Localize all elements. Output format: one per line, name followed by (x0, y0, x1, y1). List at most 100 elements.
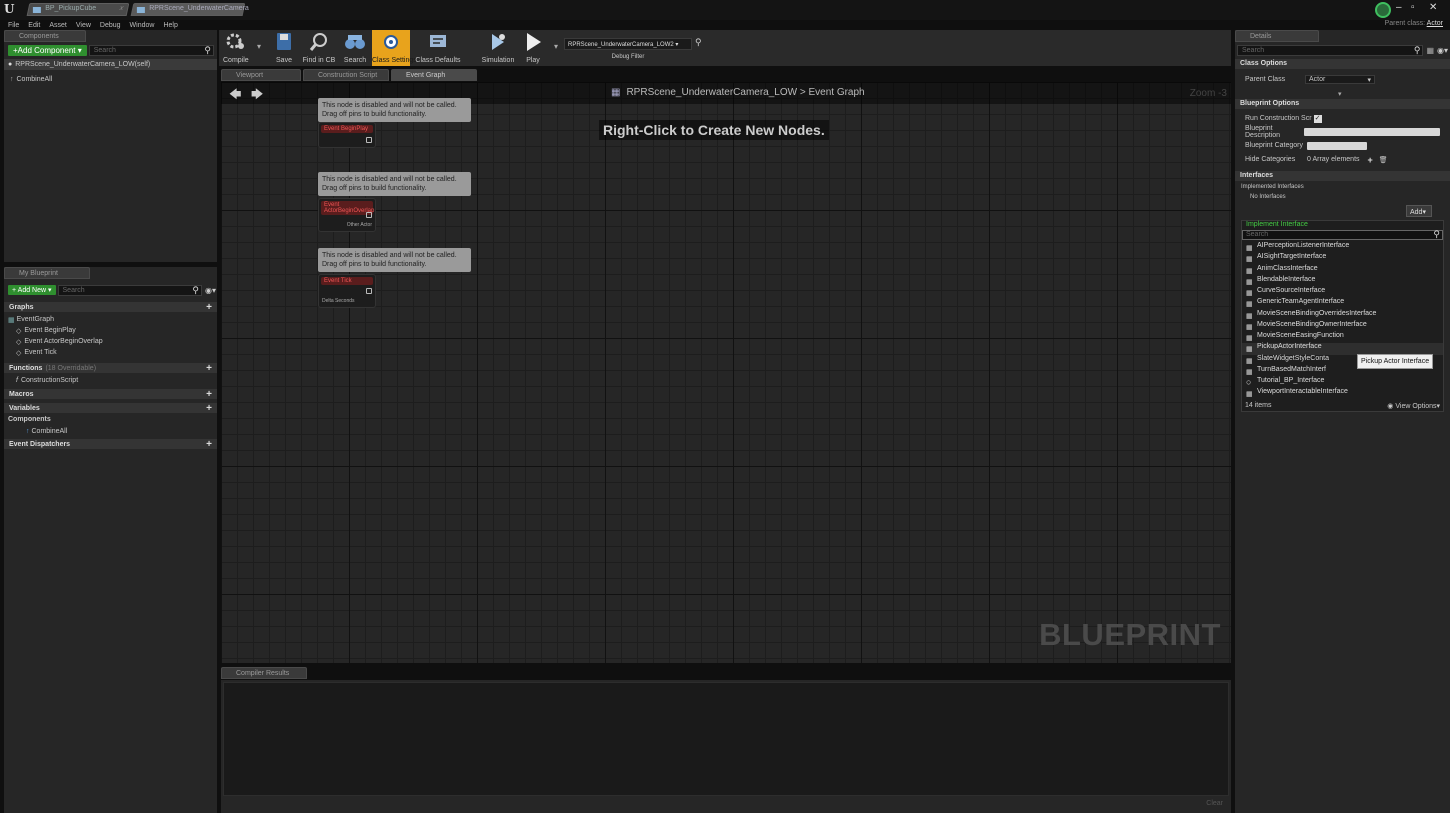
back-arrow-icon[interactable]: 🡄 (229, 85, 241, 106)
debug-object-dropdown[interactable]: RPRScene_UnderwaterCamera_LOW2 ▾ (564, 38, 692, 50)
interface-item[interactable]: ▦ MovieSceneEasingFunction (1242, 332, 1443, 343)
event-item-actorbeginoverlap[interactable]: ◇ Event ActorBeginOverlap (8, 336, 111, 347)
functions-section-header[interactable]: Functions (18 Overridable) + (4, 363, 217, 374)
parent-class-dropdown[interactable]: Actor ▾ (1305, 75, 1375, 84)
class-defaults-button[interactable]: Class Defaults (414, 30, 462, 66)
compile-options-icon[interactable]: ▾ (257, 42, 261, 51)
tab-compiler-results[interactable]: Compiler Results (221, 667, 307, 679)
tab-components[interactable]: Components (4, 30, 86, 42)
save-button[interactable]: Save (271, 30, 297, 66)
add-new-button[interactable]: + Add New ▾ (8, 285, 56, 295)
exec-pin-icon[interactable] (366, 137, 372, 143)
run-construction-checkbox[interactable]: ✓ (1313, 114, 1322, 123)
event-item-tick[interactable]: ◇ Event Tick (8, 347, 65, 358)
forward-arrow-icon[interactable]: 🡆 (251, 85, 263, 106)
interface-item[interactable]: ▦ MovieSceneBindingOwnerInterface (1242, 321, 1443, 332)
event-node-beginplay[interactable]: Event BeginPlay (318, 122, 376, 148)
simulation-button[interactable]: Simulation (478, 30, 518, 66)
blueprint-description-input[interactable] (1304, 127, 1440, 136)
interface-item-hovered[interactable]: ▦ PickupActorInterface (1242, 343, 1443, 355)
close-window-icon[interactable]: ✕ (1429, 2, 1437, 13)
menu-view[interactable]: View (76, 22, 91, 29)
add-interface-button[interactable]: Add▾ (1406, 205, 1432, 217)
blueprint-category-input[interactable] (1307, 141, 1367, 150)
interface-item[interactable]: ○ Tutorial_BP_Interface (1242, 377, 1443, 388)
components-search-input[interactable]: Search ⚲ (88, 45, 214, 56)
play-button[interactable]: Play (520, 30, 546, 66)
tab-details[interactable]: Details (1235, 30, 1319, 42)
interface-item[interactable]: ▦ AnimClassInterface (1242, 265, 1443, 276)
event-item-beginplay[interactable]: ◇ Event BeginPlay (8, 325, 84, 336)
add-variable-icon[interactable]: + (206, 403, 212, 414)
event-node-actorbeginoverlap[interactable]: Event ActorBeginOverlap Other Actor (318, 198, 376, 232)
event-label: Event ActorBeginOverlap (24, 338, 103, 345)
trash-icon[interactable]: 🗑 (1379, 156, 1388, 164)
blueprint-options-header[interactable]: Blueprint Options (1235, 99, 1450, 109)
view-options-button[interactable]: ◉ View Options▾ (1387, 402, 1440, 410)
find-in-cb-button[interactable]: Find in CB (300, 30, 338, 66)
class-settings-button[interactable]: Class Settings (372, 30, 417, 66)
interface-item[interactable]: ▦ ViewportInteractableInterface (1242, 388, 1443, 399)
clear-button[interactable]: Clear (1206, 800, 1223, 807)
class-options-header[interactable]: Class Options (1235, 59, 1450, 69)
component-self-item[interactable]: ● RPRScene_UnderwaterCamera_LOW(self) (4, 59, 217, 70)
tab-viewport[interactable]: Viewport (221, 69, 301, 81)
parent-class-link[interactable]: Actor (1427, 20, 1443, 27)
my-blueprint-search-input[interactable]: Search ⚲ (57, 284, 202, 296)
add-macro-icon[interactable]: + (206, 389, 212, 400)
exec-pin-icon[interactable] (366, 288, 372, 294)
interface-item[interactable]: ▦ BlendableInterface (1242, 276, 1443, 287)
search-button[interactable]: Search (340, 30, 370, 66)
play-options-icon[interactable]: ▾ (554, 42, 558, 51)
component-variable-item[interactable]: ↑ CombineAll (18, 426, 75, 437)
tab-event-graph[interactable]: Event Graph (391, 69, 477, 81)
document-tab-bp-pickupcube[interactable]: BP_PickupCube x (26, 3, 130, 16)
add-component-button[interactable]: +Add Component ▾ (8, 45, 87, 56)
tab-my-blueprint[interactable]: My Blueprint (4, 267, 90, 279)
variables-section-header[interactable]: Variables + (4, 403, 217, 414)
minimize-icon[interactable]: – (1396, 2, 1402, 13)
menu-window[interactable]: Window (130, 22, 155, 29)
menu-file[interactable]: File (8, 22, 19, 29)
details-search-input[interactable]: Search ⚲ (1237, 44, 1424, 56)
add-dispatcher-icon[interactable]: + (206, 439, 212, 450)
tab-construction-script[interactable]: Construction Script (303, 69, 389, 81)
event-dispatchers-section-header[interactable]: Event Dispatchers + (4, 439, 217, 450)
menu-asset[interactable]: Asset (49, 22, 67, 29)
add-element-icon[interactable]: + (1368, 155, 1373, 165)
debug-search-icon[interactable]: ⚲ (695, 37, 702, 48)
interfaces-header[interactable]: Interfaces (1235, 171, 1450, 181)
menu-help[interactable]: Help (163, 22, 177, 29)
component-child-item[interactable]: ↑ CombineAll (4, 74, 217, 85)
graphs-section-header[interactable]: Graphs + (4, 302, 217, 313)
property-matrix-icon[interactable]: ▦ (1426, 46, 1434, 55)
interface-item[interactable]: ▦ MovieSceneBindingOverridesInterface (1242, 310, 1443, 321)
event-node-tick[interactable]: Event Tick Delta Seconds (318, 274, 376, 308)
interface-item[interactable]: ▦ CurveSourceInterface (1242, 287, 1443, 298)
disabled-node-actorbeginoverlap[interactable]: This node is disabled and will not be ca… (318, 172, 471, 196)
construction-script-item[interactable]: f ConstructionScript (8, 375, 86, 386)
add-graph-icon[interactable]: + (206, 302, 212, 313)
expand-advanced-icon[interactable]: ▾ (1338, 90, 1342, 98)
visibility-options-icon[interactable]: ◉▾ (1437, 46, 1448, 55)
event-graph-canvas[interactable]: 🡄 🡆 ▦ RPRScene_UnderwaterCamera_LOW > Ev… (221, 82, 1231, 663)
interface-item[interactable]: ▦ AISightTargetInterface (1242, 253, 1443, 264)
add-function-icon[interactable]: + (206, 363, 212, 374)
source-control-icon[interactable] (1375, 2, 1391, 18)
menu-edit[interactable]: Edit (28, 22, 40, 29)
interface-search-input[interactable]: Search ⚲ (1242, 229, 1443, 240)
disabled-node-beginplay[interactable]: This node is disabled and will not be ca… (318, 98, 471, 122)
menu-debug[interactable]: Debug (100, 22, 121, 29)
exec-pin-icon[interactable] (366, 212, 372, 218)
visibility-options-icon[interactable]: ◉▾ (205, 286, 216, 295)
event-graph-item[interactable]: ▦ EventGraph (4, 314, 62, 325)
disabled-node-tick[interactable]: This node is disabled and will not be ca… (318, 248, 471, 272)
close-icon[interactable]: x (119, 5, 124, 12)
interface-item[interactable]: ▦ GenericTeamAgentInterface (1242, 298, 1443, 309)
macros-section-header[interactable]: Macros + (4, 389, 217, 400)
compile-button[interactable]: Compile (221, 30, 251, 66)
eye-icon: ◉ (1387, 402, 1394, 410)
maximize-icon[interactable]: ▫ (1411, 2, 1415, 13)
document-tab-rprscene[interactable]: RPRScene_UnderwaterCamera x (130, 3, 249, 16)
interface-item[interactable]: ▦ AIPerceptionListenerInterface (1242, 242, 1443, 253)
